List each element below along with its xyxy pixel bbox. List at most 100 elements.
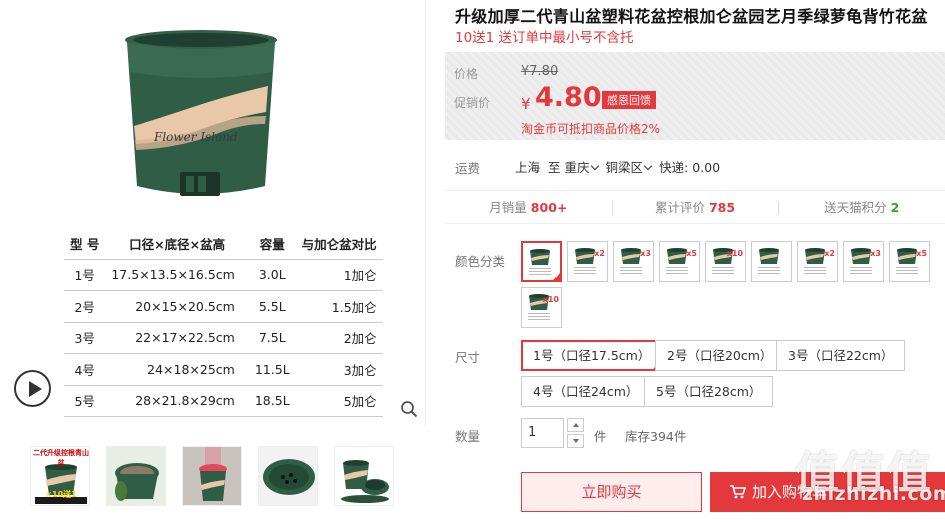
size-option-label: 4号（口径24cm） [533, 384, 639, 399]
spec-model: 3号 [64, 322, 106, 354]
color-option-10[interactable]: x10 [521, 287, 562, 328]
orig-price-label: 价格 [454, 67, 479, 81]
ship-district: 铜梁区 [605, 160, 644, 175]
stat-value: 800+ [530, 200, 568, 215]
spec-model: 4号 [64, 353, 106, 386]
table-row: 3号 22×17×22.5cm 7.5L 2加仑 [64, 322, 383, 354]
size-option-label: 3号（口径22cm） [788, 348, 894, 363]
spec-gallon: 2加仑 [295, 322, 383, 354]
color-option-qty: x3 [870, 249, 881, 258]
promo-price-label: 促销价 [454, 96, 491, 110]
color-option-qty: x5 [916, 249, 927, 258]
color-option-qty: x10 [542, 295, 559, 304]
color-option-1[interactable] [521, 241, 562, 282]
ship-city-select[interactable]: 重庆 [565, 157, 602, 176]
selected-check-icon [552, 272, 561, 281]
cart-icon [730, 485, 746, 499]
price-panel: 价格 ¥7.80 促销价 ¥ 4.80 感恩回馈 淘金币可抵扣商品价格2% [445, 52, 945, 140]
product-subtitle: 10送1 送订单中最小号不含托 [455, 30, 634, 46]
stat-points: 送天猫积分 2 [778, 191, 945, 223]
stat-label: 月销量 [489, 200, 527, 215]
spec-dimensions: 20×15×20.5cm [105, 290, 249, 323]
coin-discount-note: 淘金币可抵扣商品价格2% [521, 122, 661, 136]
size-option-4[interactable]: 4号（口径24cm） [521, 376, 651, 407]
currency-symbol: ¥ [521, 95, 531, 113]
size-label: 尺寸 [455, 350, 481, 365]
quantity-input[interactable]: 1 [521, 418, 564, 448]
thumbnail-5[interactable] [334, 446, 394, 506]
shipping-info: 上海 至 重庆 铜梁区 快递: 0.00 [515, 157, 720, 176]
color-option-8[interactable]: x3 [843, 241, 884, 282]
pot-swatch-icon [529, 249, 551, 275]
spec-gallon: 1加仑 [295, 259, 383, 291]
stat-label: 送天猫积分 [824, 200, 887, 215]
promo-price: 4.80 [535, 82, 602, 113]
quantity-decrease-button[interactable] [567, 434, 584, 448]
stat-reviews[interactable]: 累计评价 785 [611, 191, 779, 223]
spec-dimensions: 24×18×25cm [105, 353, 249, 386]
quantity-increase-button[interactable] [567, 418, 584, 432]
color-option-6[interactable] [751, 241, 792, 282]
spec-header-gallon: 与加仑盆对比 [295, 229, 383, 260]
pot-thumbnail-icon [183, 447, 241, 505]
spec-model: 1号 [64, 259, 106, 291]
color-option-3[interactable]: x3 [613, 241, 654, 282]
spec-model: 5号 [64, 385, 106, 417]
color-option-9[interactable]: x5 [889, 241, 930, 282]
spec-model: 2号 [64, 290, 106, 323]
color-option-qty: x2 [824, 249, 835, 258]
table-row: 4号 24×18×25cm 11.5L 3加仑 [64, 353, 383, 386]
chevron-down-icon [643, 161, 653, 171]
stat-monthly-sales: 月销量 800+ [445, 191, 612, 223]
product-title: 升级加厚二代青山盆塑料花盆控根加仑盆园艺月季绿萝龟背竹花盆 [455, 7, 928, 26]
color-option-5[interactable]: x10 [705, 241, 746, 282]
zoom-icon[interactable] [400, 400, 418, 418]
thumbnail-strip: 二代升级控根青山盆 ×10送1 [30, 446, 394, 506]
spec-volume: 3.0L [248, 259, 296, 291]
thumbnail-3[interactable] [182, 446, 242, 506]
pot-swatch-icon [758, 248, 780, 274]
spec-volume: 5.5L [248, 290, 296, 323]
color-option-qty: x3 [640, 249, 651, 258]
pot-thumbnail-icon [107, 447, 165, 505]
thumbnail-2[interactable] [106, 446, 166, 506]
table-row: 5号 28×21.8×29cm 18.5L 5加仑 [64, 385, 383, 417]
spec-volume: 11.5L [248, 353, 296, 386]
color-option-7[interactable]: x2 [797, 241, 838, 282]
color-option-2[interactable]: x2 [567, 241, 608, 282]
size-option-1[interactable]: 1号（口径17.5cm） [521, 340, 663, 389]
color-label: 颜色分类 [455, 254, 506, 269]
spec-table-header: 型 号 口径×底径×盆高 容量 与加仑盆对比 [64, 229, 383, 260]
video-play-button[interactable] [14, 370, 51, 407]
spec-volume: 18.5L [248, 385, 296, 417]
buy-now-button[interactable]: 立即购买 [521, 472, 702, 512]
thumb-caption-promo: ×10送1 [45, 490, 77, 499]
size-option-label: 2号（口径20cm） [667, 348, 773, 363]
thumbnail-1[interactable]: 二代升级控根青山盆 ×10送1 [30, 446, 90, 506]
size-option-2[interactable]: 2号（口径20cm） [655, 340, 785, 371]
spec-table: 型 号 口径×底径×盆高 容量 与加仑盆对比 1号 17.5×13.5×16.5… [64, 229, 383, 417]
pot-thumbnail-icon [259, 447, 317, 505]
table-row: 1号 17.5×13.5×16.5cm 3.0L 1加仑 [64, 259, 383, 291]
color-option-qty: x5 [686, 249, 697, 258]
main-product-image[interactable]: Flower Island 型 号 口径×底径×盆高 容量 与加仑盆对比 1号 … [0, 0, 426, 426]
spec-volume: 7.5L [248, 322, 296, 354]
ship-district-select[interactable]: 铜梁区 [606, 157, 656, 176]
flower-pot-illustration: Flower Island [125, 30, 277, 196]
color-option-qty: x10 [726, 249, 743, 258]
ship-to-word: 至 [548, 160, 561, 175]
quantity-label: 数量 [455, 429, 481, 444]
thumbnail-4[interactable] [258, 446, 318, 506]
ship-fee: 快递: 0.00 [659, 160, 721, 175]
stat-label: 累计评价 [654, 200, 705, 215]
spec-header-model: 型 号 [64, 229, 106, 260]
color-option-4[interactable]: x5 [659, 241, 700, 282]
quantity-unit: 件 [594, 429, 607, 444]
size-option-5[interactable]: 5号（口径28cm） [644, 376, 774, 407]
chevron-down-icon [590, 161, 599, 171]
color-option-qty: x2 [594, 249, 605, 258]
watermark: 值值值 zhizhizhi.com [795, 437, 945, 522]
size-option-3[interactable]: 3号（口径22cm） [776, 340, 906, 371]
table-row: 2号 20×15×20.5cm 5.5L 1.5加仑 [64, 290, 383, 323]
ship-from: 上海 [515, 160, 541, 175]
